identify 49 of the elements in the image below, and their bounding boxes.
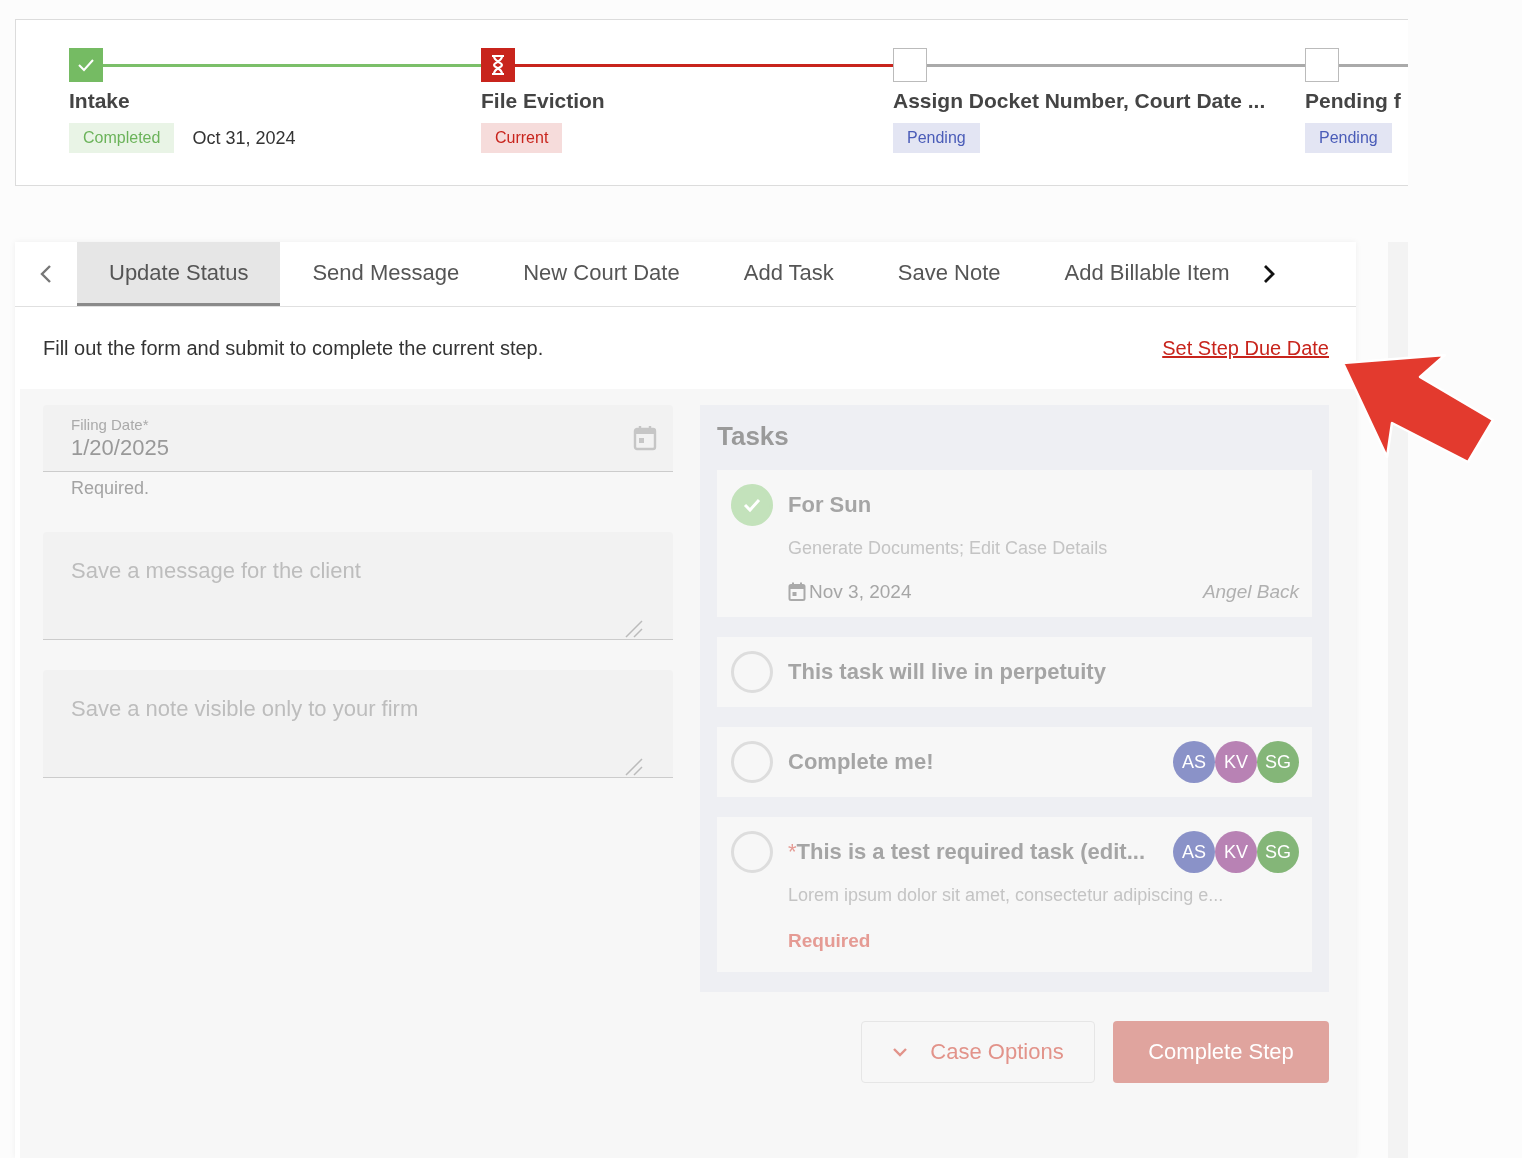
tab[interactable]: Save Note: [865, 242, 1033, 306]
tab[interactable]: Update Status: [77, 242, 281, 306]
task-assignee: Angel Back: [1202, 581, 1299, 603]
chevron-right-icon[interactable]: [1261, 263, 1276, 285]
field-value: 1/20/2025: [71, 434, 169, 461]
task-title: *This is a test required task (edit...: [788, 839, 1145, 865]
avatar: AS: [1173, 741, 1215, 783]
step-status: Pending: [1305, 123, 1392, 153]
avatar: SG: [1257, 831, 1299, 873]
field-label: Filing Date*: [71, 415, 150, 433]
task-title: For Sun: [788, 492, 872, 518]
task-title: This task will live in perpetuity: [788, 659, 1106, 685]
chevron-down-icon: [892, 1047, 909, 1057]
task-card[interactable]: Complete me! AS KV SG: [717, 727, 1312, 797]
tab[interactable]: Send Message: [280, 242, 492, 306]
helper-text: Required.: [70, 477, 151, 500]
instruction-text: Fill out the form and submit to complete the current step.: [43, 336, 544, 360]
task-checkbox[interactable]: [731, 651, 773, 693]
task-checkbox[interactable]: [731, 741, 773, 783]
step-status: Current: [481, 123, 563, 153]
check-icon: [77, 58, 95, 72]
chevron-left-icon[interactable]: [39, 263, 53, 285]
avatar: KV: [1215, 831, 1257, 873]
tab[interactable]: New Court Date: [491, 242, 712, 306]
check-icon: [742, 497, 762, 513]
resize-grip-icon[interactable]: [625, 620, 643, 638]
set-due-date-link[interactable]: Set Step Due Date: [1162, 336, 1329, 360]
calendar-icon[interactable]: [633, 425, 657, 451]
task-title: Complete me!: [788, 749, 934, 775]
avatar: KV: [1215, 741, 1257, 783]
step-title: Intake: [69, 89, 131, 113]
avatar: SG: [1257, 741, 1299, 783]
calendar-icon: [788, 582, 806, 602]
tasks-heading: Tasks: [717, 421, 790, 452]
step-title: Assign Docket Number, Court Date ...: [893, 89, 1267, 113]
avatar: AS: [1173, 831, 1215, 873]
step-status: Pending: [893, 123, 980, 153]
step-date: Oct 31, 2024: [192, 127, 296, 149]
tab[interactable]: Add Billable Item: [1032, 242, 1262, 306]
step-title: Pending f: [1305, 89, 1402, 113]
resize-grip-icon[interactable]: [625, 758, 643, 776]
step-status: Completed: [69, 123, 175, 153]
task-due-date: Nov 3, 2024: [809, 581, 912, 603]
hourglass-icon: [490, 54, 506, 76]
tab[interactable]: Add Task: [711, 242, 866, 306]
task-checkbox[interactable]: [731, 831, 773, 873]
step-title: File Eviction: [481, 89, 606, 113]
task-status: Required: [788, 930, 872, 952]
task-checkbox[interactable]: [731, 484, 773, 526]
